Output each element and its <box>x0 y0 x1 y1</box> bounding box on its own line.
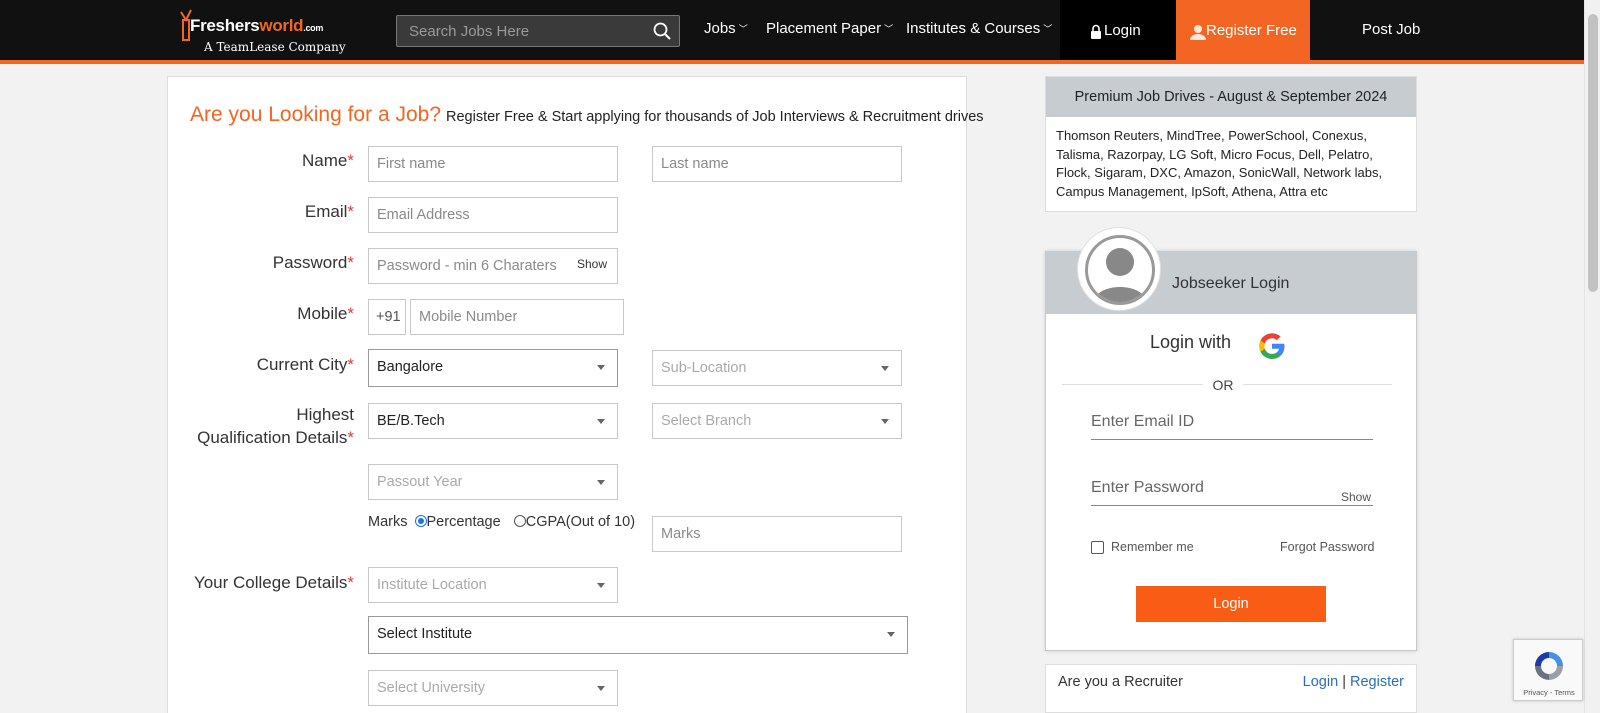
mobile-label: Mobile* <box>297 304 354 323</box>
job-search-input[interactable] <box>397 16 647 46</box>
login-with-label: Login with <box>1150 332 1232 352</box>
freshersworld-logo[interactable]: Freshersworld.com A TeamLease Company <box>178 6 346 56</box>
header-accent-rule <box>0 60 1584 64</box>
current-city-select[interactable]: Bangalore <box>368 349 618 387</box>
university-value: Select University <box>377 680 485 696</box>
sub-location-value: Sub-Location <box>661 360 747 376</box>
login-card-title: Jobseeker Login <box>1172 275 1290 292</box>
login-email-input[interactable] <box>1091 404 1373 440</box>
or-text: OR <box>1203 377 1243 393</box>
drives-companies: Thomson Reuters, MindTree, PowerSchool, … <box>1056 128 1383 199</box>
caret-down-icon <box>597 583 605 588</box>
login-button[interactable]: Login <box>1136 586 1326 622</box>
marks-percentage-radio[interactable] <box>414 515 427 527</box>
scrollbar-thumb[interactable] <box>1588 14 1598 292</box>
current-city-label: Current City* <box>256 355 354 374</box>
login-password-show-toggle[interactable]: Show <box>1341 490 1371 504</box>
institute-location-value: Institute Location <box>377 577 487 593</box>
sub-location-select[interactable]: Sub-Location <box>652 350 902 386</box>
chevron-down-icon: ﹀ <box>884 24 894 34</box>
university-select[interactable]: Select University <box>368 670 618 706</box>
job-search-box <box>396 15 680 47</box>
recaptcha-text: Privacy - Terms <box>1523 688 1575 697</box>
marks-cgpa-label[interactable]: CGPA(Out of 10) <box>526 514 635 530</box>
login-password-input[interactable] <box>1091 470 1373 506</box>
form-subtitle: Register Free & Start applying for thous… <box>446 109 984 125</box>
logo-tagline: A TeamLease Company <box>204 40 346 54</box>
caret-down-icon <box>597 480 605 485</box>
caret-down-icon <box>887 632 895 637</box>
institute-value: Select Institute <box>377 626 473 642</box>
nav-jobs[interactable]: Jobs ﹀ <box>704 20 748 37</box>
form-headline: Are you Looking for a Job? Register Free … <box>190 103 984 127</box>
google-icon[interactable] <box>1257 331 1287 361</box>
caret-down-icon <box>597 365 605 370</box>
forgot-password-link[interactable]: Forgot Password <box>1280 540 1374 554</box>
caret-down-icon <box>597 419 605 424</box>
chevron-down-icon: ﹀ <box>1043 24 1053 34</box>
email-label: Email* <box>304 202 354 221</box>
logo-brand: Freshersworld.com <box>190 16 324 35</box>
avatar <box>1077 227 1161 311</box>
recruiter-links: Login | Register <box>1303 674 1404 690</box>
search-icon[interactable] <box>653 22 671 40</box>
marks-percentage-label[interactable]: Percentage <box>427 514 501 530</box>
qualification-select[interactable]: BE/B.Tech <box>368 403 618 439</box>
nav-institutes-courses[interactable]: Institutes & Courses ﹀ <box>906 20 1052 37</box>
passout-year-select[interactable]: Passout Year <box>368 464 618 500</box>
nav-login-label: Login <box>1104 22 1141 39</box>
registration-form: Are you Looking for a Job? Register Free … <box>167 76 984 713</box>
last-name-input[interactable] <box>652 146 902 182</box>
marks-label: Marks <box>368 514 408 530</box>
remember-me-checkbox[interactable] <box>1091 541 1104 554</box>
qualification-value: BE/B.Tech <box>377 413 445 429</box>
caret-down-icon <box>881 366 889 371</box>
nav-post-job[interactable]: Post Job <box>1362 21 1420 38</box>
branch-value: Select Branch <box>661 413 752 429</box>
jobseeker-login-card: Jobseeker Login Login with OR Show Remem… <box>1045 227 1417 651</box>
email-input[interactable] <box>368 197 618 233</box>
marks-options: Marks Percentage CGPA(Out of 10) <box>368 514 635 530</box>
lock-icon <box>1091 24 1101 39</box>
page-scrollbar[interactable] <box>1584 0 1600 713</box>
remember-me-label[interactable]: Remember me <box>1111 540 1194 554</box>
top-navbar: Freshersworld.com A TeamLease Company Jo… <box>0 0 1584 60</box>
institute-select[interactable]: Select Institute <box>368 616 908 654</box>
login-card-header: Jobseeker Login <box>1046 227 1416 314</box>
recruiter-question: Are you a Recruiter <box>1058 674 1183 690</box>
chevron-down-icon: ﹀ <box>738 24 748 34</box>
user-avatar-icon <box>1094 248 1146 302</box>
form-title: Are you Looking for a Job? <box>190 103 441 126</box>
name-label: Name* <box>302 151 354 170</box>
caret-down-icon <box>881 419 889 424</box>
user-icon <box>1190 25 1206 40</box>
password-show-toggle[interactable]: Show <box>577 257 607 271</box>
nav-login[interactable]: Login <box>1060 0 1176 60</box>
recruiter-link-separator: | <box>1342 674 1346 690</box>
passout-year-value: Passout Year <box>377 474 463 490</box>
nav-placement-paper[interactable]: Placement Paper ﹀ <box>766 20 893 37</box>
recruiter-box: Are you a Recruiter Login | Register <box>1045 664 1417 713</box>
recaptcha-icon <box>1535 652 1563 680</box>
recruiter-register-link[interactable]: Register <box>1350 674 1404 690</box>
marks-cgpa-radio[interactable] <box>513 515 526 527</box>
college-details-label: Your College Details* <box>193 573 354 592</box>
current-city-value: Bangalore <box>377 359 444 375</box>
drives-title: Premium Job Drives - August & September … <box>1046 77 1416 117</box>
country-code: +91 <box>368 299 406 335</box>
first-name-input[interactable] <box>368 146 618 182</box>
caret-down-icon <box>597 686 605 691</box>
nav-register-label: Register Free <box>1206 22 1297 39</box>
premium-job-drives: Premium Job Drives - August & September … <box>1045 76 1417 212</box>
password-label: Password* <box>272 253 354 272</box>
branch-select[interactable]: Select Branch <box>652 403 902 439</box>
qualification-label: Highest Qualification Details* <box>197 405 354 447</box>
nav-register-free[interactable]: Register Free <box>1176 0 1310 60</box>
institute-location-select[interactable]: Institute Location <box>368 567 618 603</box>
mobile-input[interactable] <box>410 299 624 335</box>
recaptcha-badge[interactable]: Privacy - Terms <box>1513 639 1583 701</box>
recruiter-login-link[interactable]: Login <box>1303 674 1338 690</box>
marks-input[interactable] <box>652 516 902 552</box>
